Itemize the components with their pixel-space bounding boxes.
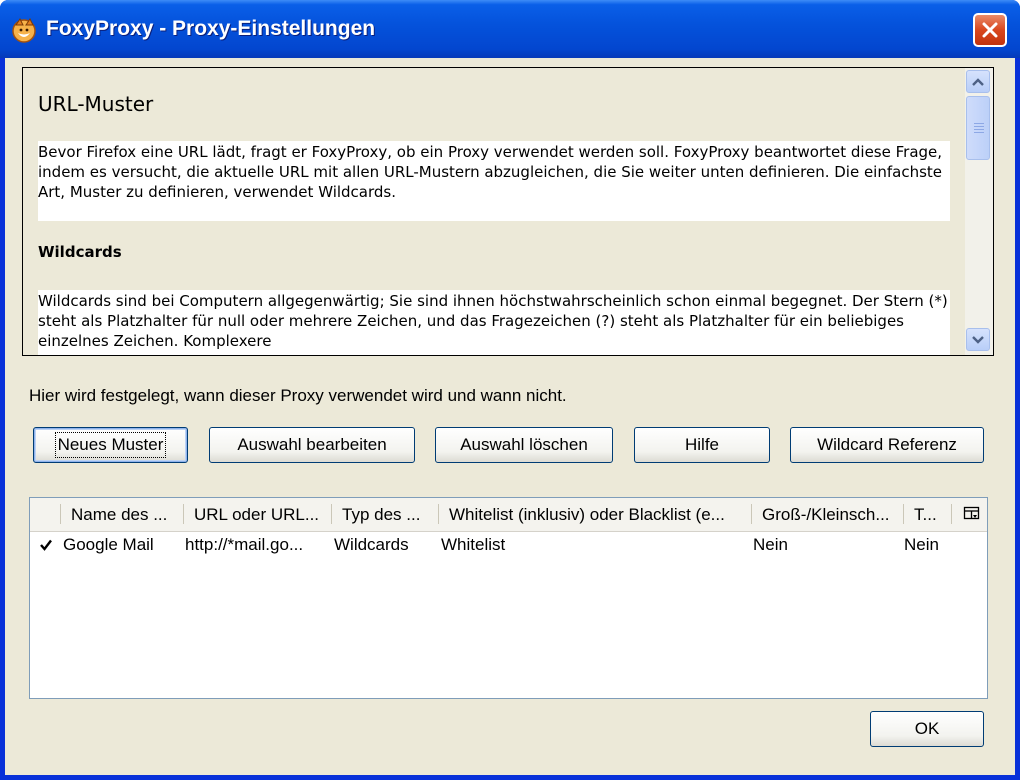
help-scrollbar[interactable]	[965, 68, 993, 355]
column-picker-icon[interactable]	[963, 506, 981, 522]
cell-name: Google Mail	[63, 535, 154, 554]
delete-selection-button[interactable]: Auswahl löschen	[435, 427, 613, 463]
cell-temp: Nein	[904, 535, 939, 554]
list-header: Name des ... URL oder URL... Typ des ...…	[30, 498, 987, 532]
cell-url: http://*mail.go...	[185, 535, 304, 554]
help-content: URL-Muster Bevor Firefox eine URL lädt, …	[23, 68, 965, 355]
scroll-up-button[interactable]	[966, 70, 990, 93]
edit-selection-label: Auswahl bearbeiten	[237, 435, 387, 454]
arrow-up-icon	[972, 78, 984, 86]
help-button[interactable]: Hilfe	[634, 427, 770, 463]
scroll-thumb[interactable]	[966, 96, 990, 160]
pattern-list[interactable]: Name des ... URL oder URL... Typ des ...…	[29, 497, 988, 699]
dialog-client-area: URL-Muster Bevor Firefox eine URL lädt, …	[5, 58, 1015, 775]
column-header-temp[interactable]: T...	[914, 505, 947, 525]
help-label: Hilfe	[684, 435, 719, 454]
wildcard-reference-label: Wildcard Referenz	[817, 435, 957, 454]
close-icon	[982, 22, 998, 38]
column-header-type[interactable]: Typ des ...	[342, 505, 436, 525]
dialog-window: FoxyProxy - Proxy-Einstellungen URL-Must…	[0, 0, 1020, 780]
column-header-case[interactable]: Groß-/Kleinsch...	[762, 505, 901, 525]
wildcard-reference-button[interactable]: Wildcard Referenz	[790, 427, 984, 463]
new-pattern-button[interactable]: Neues Muster	[33, 427, 188, 463]
close-button[interactable]	[973, 13, 1007, 47]
help-heading: URL-Muster	[38, 92, 154, 116]
info-text: Hier wird festgelegt, wann dieser Proxy …	[29, 386, 567, 405]
arrow-down-icon	[972, 336, 984, 344]
ok-button[interactable]: OK	[870, 711, 984, 747]
help-paragraph-intro: Bevor Firefox eine URL lädt, fragt er Fo…	[38, 141, 950, 221]
delete-selection-label: Auswahl löschen	[460, 435, 588, 454]
edit-selection-button[interactable]: Auswahl bearbeiten	[209, 427, 415, 463]
help-panel[interactable]: URL-Muster Bevor Firefox eine URL lädt, …	[22, 67, 994, 356]
help-subheading: Wildcards	[38, 243, 122, 261]
title-bar[interactable]: FoxyProxy - Proxy-Einstellungen	[0, 0, 1020, 58]
scroll-down-button[interactable]	[966, 328, 990, 351]
column-header-name[interactable]: Name des ...	[71, 505, 183, 525]
cell-case-sensitive: Nein	[753, 535, 788, 554]
window-title: FoxyProxy - Proxy-Einstellungen	[46, 17, 376, 40]
checkmark-icon[interactable]	[39, 538, 53, 557]
new-pattern-label: Neues Muster	[54, 432, 167, 458]
foxyproxy-fox-icon	[11, 17, 39, 43]
column-header-url[interactable]: URL oder URL...	[194, 505, 329, 525]
ok-label: OK	[914, 719, 940, 738]
cell-list-type: Whitelist	[441, 535, 506, 554]
table-row[interactable]: Google Mail http://*mail.go... Wildcards…	[30, 531, 987, 561]
cell-type: Wildcards	[334, 535, 409, 554]
column-header-whitelist[interactable]: Whitelist (inklusiv) oder Blacklist (e..…	[449, 505, 749, 525]
help-paragraph-wildcards: Wildcards sind bei Computern allgegenwär…	[38, 290, 950, 355]
